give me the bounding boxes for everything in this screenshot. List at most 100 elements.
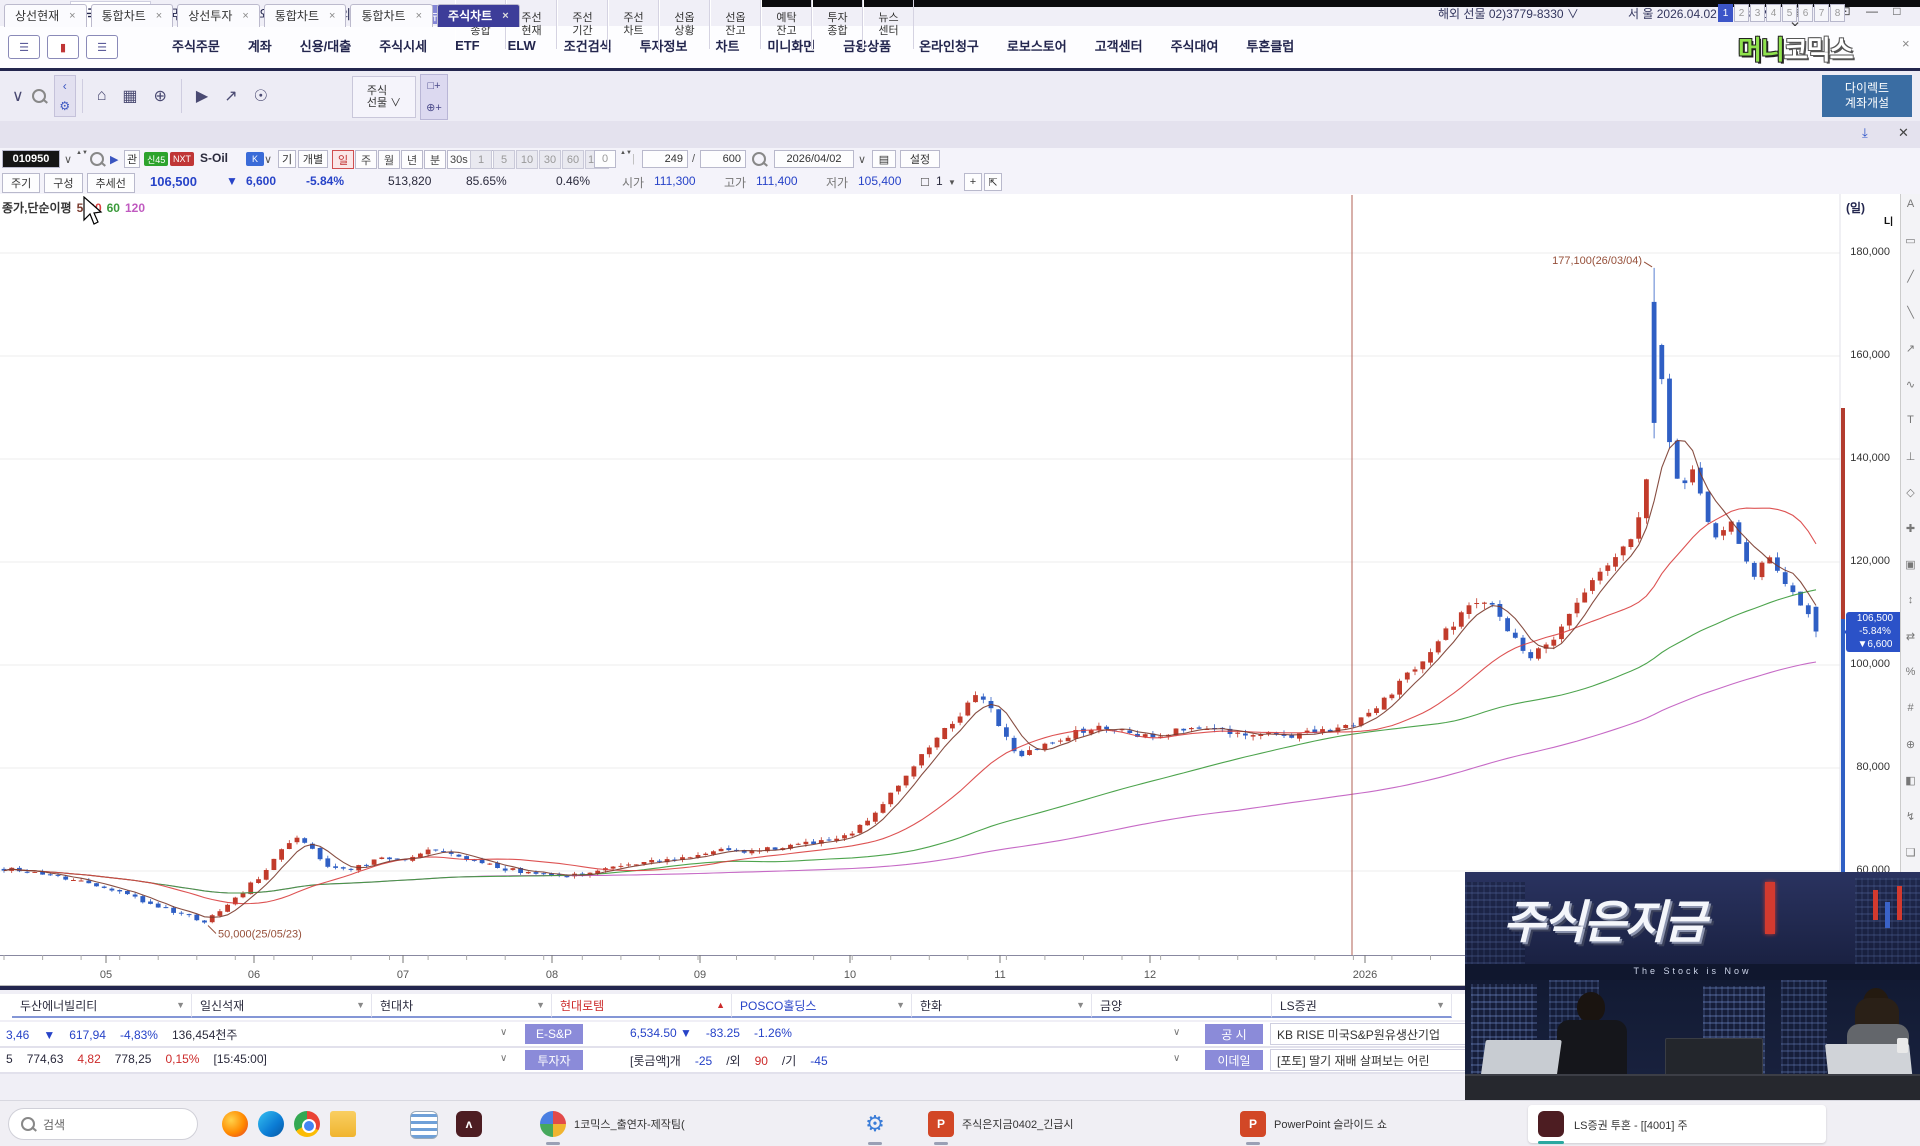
taskbar-active-app[interactable]: LS증권 투혼 - [[4001] 주 [1528,1105,1826,1143]
menu-item-로보스토어[interactable]: 로보스토어 [993,36,1081,55]
quick-button-선옵상황[interactable]: 선옵상황 [659,0,710,49]
chevron-icon[interactable]: ▼ [176,1000,185,1010]
mode-button-추세선[interactable]: 추세선 [87,173,135,193]
ls-app-icon[interactable]: ʌ [456,1111,482,1137]
quick-button-주선기간[interactable]: 주선기간 [557,0,608,49]
symbol-code-input[interactable]: 010950 [2,150,60,168]
tab-close-icon[interactable]: × [329,10,335,22]
quick-button-뉴스센터[interactable]: 뉴스센터 [863,0,914,49]
chevron-icon[interactable]: ▼ [896,1000,905,1010]
freq-button-일[interactable]: 일 [332,150,354,169]
new-window-icon[interactable]: □+ [427,80,440,92]
tab-상선투자[interactable]: 상선투자× [177,4,260,27]
minute-button-60[interactable]: 60 [562,150,584,169]
download-icon[interactable]: ⤓ [1862,125,1868,141]
date-input[interactable]: 2026/04/02 [774,150,854,168]
calculator-icon[interactable]: ▦ [122,86,137,106]
folder-icon[interactable] [330,1111,356,1137]
chevron-icon[interactable]: ▼ [1436,1000,1445,1010]
chevron-down-icon[interactable]: ∨ [1173,1027,1180,1038]
printer-icon[interactable]: ▤ [872,150,896,168]
bar-total-input[interactable]: 600 [700,150,746,168]
minute-button-5[interactable]: 5 [493,150,515,169]
news1-headline[interactable]: KB RISE 미국S&P원유생산기업 [1270,1023,1479,1045]
period-button[interactable]: 기 [278,150,296,168]
chevron-left-icon[interactable]: ‹ [63,79,67,93]
menu-item-계좌[interactable]: 계좌 [234,36,286,55]
pager-5[interactable]: 5 [1782,4,1797,22]
menu-item-신용/대출[interactable]: 신용/대출 [286,36,365,55]
profile-icon[interactable]: ☉ [254,86,268,106]
window-split-icons[interactable]: □+ ⊕+ [420,74,448,120]
firefox-icon[interactable] [222,1111,248,1137]
news2-headline[interactable]: [포토] 딸기 재배 살펴보는 어린 [1270,1049,1479,1071]
chevron-down-icon[interactable]: ∨ [1173,1053,1180,1064]
freq-button-주[interactable]: 주 [355,150,377,169]
chevron-down-icon[interactable]: ▼ [948,173,956,191]
news1-tag[interactable]: 공 시 [1205,1024,1263,1044]
search-icon[interactable] [32,89,46,103]
pager-7[interactable]: 7 [1814,4,1829,22]
draw-tool-icon[interactable]: ▣ [1905,558,1915,594]
tab-통합차트[interactable]: 통합차트× [91,4,174,27]
tab-close-icon[interactable]: × [156,10,162,22]
broadcast-video-overlay[interactable]: 주식은지금 The Stock is Now [1465,872,1920,1100]
draw-tool-icon[interactable]: ✚ [1906,522,1915,558]
pager-6[interactable]: 6 [1798,4,1813,22]
taskbar-search-input[interactable]: 검색 [8,1108,198,1140]
draw-tool-icon[interactable]: ⇄ [1906,630,1915,666]
watch-cell-두산에너빌리티[interactable]: 두산에너빌리티▼ [12,994,192,1018]
freq-button-분[interactable]: 분 [424,150,446,169]
quick-button-예탁잔고[interactable]: 예탁잔고 [761,0,812,49]
calendar-search-icon[interactable] [752,150,766,168]
watch-cell-금양[interactable]: 금양 [1092,994,1272,1018]
document-icon[interactable] [410,1111,438,1139]
chrome-icon[interactable] [294,1111,320,1137]
taskbar-app-label[interactable]: 1코믹스_출연자-제작팀( [574,1116,685,1132]
draw-tool-icon[interactable]: # [1907,702,1913,738]
watch-cell-POSCO홀딩스[interactable]: POSCO홀딩스▼ [732,994,912,1018]
chart-icon[interactable]: ↗ [224,86,237,106]
tab-close-icon[interactable]: × [502,10,508,22]
chevron-down-icon[interactable]: ∨ [500,1053,507,1064]
gear-icon[interactable]: ⚙ [862,1111,888,1137]
draw-tool-icon[interactable]: ∿ [1906,378,1915,414]
tab-close-icon[interactable]: × [242,10,248,22]
bar-count-input[interactable]: 249 [642,150,688,168]
draw-tool-icon[interactable]: ╱ [1907,270,1914,306]
draw-tool-icon[interactable]: ◇ [1906,486,1914,522]
taskbar-app-label[interactable]: PowerPoint 슬라이드 쇼 [1274,1116,1387,1132]
chevron-down-icon[interactable]: ∨ [64,150,72,168]
minute-button-1[interactable]: 1 [470,150,492,169]
checkbox[interactable]: ☐ [920,173,930,191]
watch-cell-일신석재[interactable]: 일신석재▼ [192,994,372,1018]
pager-1[interactable]: 1 [1718,4,1733,22]
fit-button[interactable]: ⇱ [984,173,1002,191]
freq-button-30s[interactable]: 30s [447,150,471,169]
menu-item-주식시세[interactable]: 주식시세 [365,36,441,55]
menu-item-주식대여[interactable]: 주식대여 [1157,36,1233,55]
news2-tag[interactable]: 이데일 [1205,1050,1263,1070]
draw-tool-icon[interactable]: ◧ [1905,774,1915,810]
pager-2[interactable]: 2 [1734,4,1749,22]
draw-tool-icon[interactable]: A [1907,198,1914,234]
media-icon[interactable]: ▶ [196,86,208,106]
chevron-icon[interactable]: ▼ [1076,1000,1085,1010]
close-pane-icon[interactable]: ✕ [1898,125,1909,141]
candlestick-chart[interactable]: 177,100(26/03/04)50,000(25/05/23)0506070… [0,194,1920,986]
tab-통합차트[interactable]: 통합차트× [264,4,347,27]
minute-button-30[interactable]: 30 [539,150,561,169]
menu-item-온라인청구[interactable]: 온라인청구 [905,36,993,55]
tab-상선현재[interactable]: 상선현재× [4,4,87,27]
menu-list-icon[interactable]: ☰ [86,35,118,59]
draw-tool-icon[interactable]: ⊥ [1906,450,1916,486]
globe-icon[interactable]: ⊕ [154,86,167,106]
powerpoint-icon[interactable]: P [928,1111,954,1137]
candle-shortcut-icon[interactable]: ▮ [47,35,79,59]
powerpoint-icon[interactable]: P [1240,1111,1266,1137]
draw-tool-icon[interactable]: ⊕ [1906,738,1915,774]
draw-tool-icon[interactable]: ╲ [1907,306,1914,342]
chevron-down-icon[interactable]: ∨ [858,150,866,168]
freq-button-년[interactable]: 년 [401,150,423,169]
minute-button-10[interactable]: 10 [516,150,538,169]
